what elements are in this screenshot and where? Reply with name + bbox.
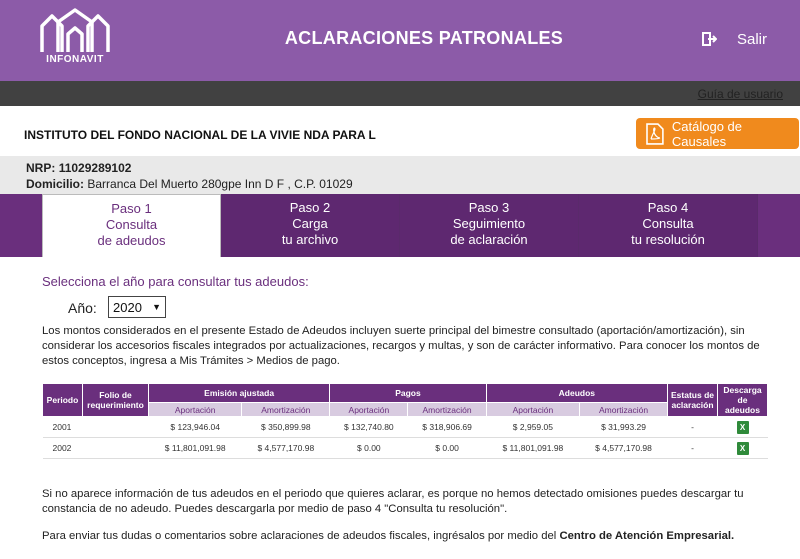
cell-descarga: X [717, 437, 768, 459]
col-em-aportacion: Aportación [147, 402, 243, 417]
cell-folio [82, 437, 149, 459]
user-bar [0, 81, 800, 106]
catalog-causales-button[interactable]: Catálogo de Causales [636, 118, 799, 149]
cell-em-aportacion: $ 123,946.04 [148, 416, 242, 438]
tab-step-3[interactable]: Paso 3 Seguimiento de aclaración [400, 194, 579, 257]
col-descarga: Descarga de adeudos [717, 383, 768, 417]
page-title: ACLARACIONES PATRONALES [284, 28, 564, 48]
catalog-button-label: Catálogo de Causales [671, 118, 743, 149]
step-line: tu archivo [281, 232, 339, 247]
domicilio-line: Domicilio: Barranca Del Muerto 280gpe In… [26, 177, 353, 191]
debts-table: Periodo Folio de requerimiento Emisión a… [42, 383, 768, 459]
cell-pa-amortizacion: $ 318,906.69 [407, 416, 487, 438]
year-prompt: Selecciona el año para consultar tus ade… [42, 274, 309, 289]
year-select[interactable]: 2020 ▼ [108, 296, 166, 318]
step-line: de aclaración [450, 232, 528, 247]
year-select-value: 2020 [113, 299, 142, 315]
col-em-amortizacion: Amortización [241, 402, 331, 417]
cell-em-aportacion: $ 11,801,091.98 [148, 437, 242, 459]
step-line: de adeudos [97, 233, 166, 248]
cell-estatus: - [667, 437, 718, 459]
nrp-label: NRP: [26, 161, 56, 175]
col-pa-aportacion: Aportación [329, 402, 409, 417]
step-line: Carga [292, 216, 328, 231]
cell-pa-amortizacion: $ 0.00 [407, 437, 487, 459]
excel-download-icon[interactable]: X [736, 420, 749, 434]
cell-pa-aportacion: $ 132,740.80 [329, 416, 408, 438]
table-row: 2002 $ 11,801,091.98 $ 4,577,170.98 $ 0.… [42, 437, 768, 459]
cell-ad-amortizacion: $ 4,577,170.98 [579, 437, 668, 459]
intro-text: Los montos considerados en el presente E… [42, 325, 760, 367]
excel-download-icon[interactable]: X [736, 441, 749, 455]
col-ad-aportacion: Aportación [485, 402, 581, 417]
contact-center-link[interactable]: Centro de Atención Empresarial. [559, 530, 734, 542]
cell-ad-aportacion: $ 11,801,091.98 [486, 437, 580, 459]
nrp-line: NRP: 11029289102 [26, 161, 131, 175]
step-line: tu resolución [631, 232, 705, 247]
pdf-icon [646, 122, 664, 145]
cell-periodo: 2001 [42, 416, 83, 438]
cell-em-amortizacion: $ 350,899.98 [241, 416, 330, 438]
col-pa-amortizacion: Amortización [407, 402, 487, 417]
logo-text: INFONAVIT [46, 54, 104, 65]
col-periodo: Periodo [42, 383, 83, 417]
cell-folio [82, 416, 149, 438]
step-title: Paso 3 [468, 200, 510, 215]
cell-pa-aportacion: $ 0.00 [329, 437, 408, 459]
domicilio-value: Barranca Del Muerto 280gpe Inn D F , C.P… [87, 177, 353, 191]
step-line: Seguimiento [452, 216, 526, 231]
col-adeudos: Adeudos [485, 383, 669, 403]
user-guide-link[interactable]: Guía de usuario [698, 87, 783, 101]
year-label: Año: [68, 300, 97, 316]
institution-name: INSTITUTO DEL FONDO NACIONAL DE LA VIVIE… [24, 128, 376, 142]
cell-ad-amortizacion: $ 31,993.29 [579, 416, 668, 438]
table-row: 2001 $ 123,946.04 $ 350,899.98 $ 132,740… [42, 416, 768, 438]
col-folio: Folio de requerimiento [82, 383, 149, 417]
step-line: Consulta [642, 216, 694, 231]
col-ad-amortizacion: Amortización [579, 402, 668, 417]
nrp-value: 11029289102 [58, 161, 132, 175]
logout-link[interactable]: Salir [737, 31, 767, 48]
table-subheader-row: Aportación Amortización Aportación Amort… [43, 402, 768, 417]
tab-step-4[interactable]: Paso 4 Consulta tu resolución [579, 194, 758, 257]
step-title: Paso 2 [289, 200, 331, 215]
col-emision: Emisión ajustada [147, 383, 331, 403]
steps-nav: Paso 1 Consulta de adeudos Paso 2 Carga … [42, 194, 758, 257]
exit-icon[interactable] [701, 31, 717, 47]
cell-periodo: 2002 [42, 437, 83, 459]
cell-ad-aportacion: $ 2,959.05 [486, 416, 580, 438]
tab-step-2[interactable]: Paso 2 Carga tu archivo [221, 194, 400, 257]
tab-step-1[interactable]: Paso 1 Consulta de adeudos [42, 194, 221, 257]
contact-text: Para enviar tus dudas o comentarios sobr… [42, 529, 770, 544]
table-header-row: Periodo Folio de requerimiento Emisión a… [42, 383, 768, 417]
step-title: Paso 4 [647, 200, 689, 215]
domicilio-label: Domicilio: [26, 177, 85, 191]
col-pagos: Pagos [329, 383, 487, 403]
col-estatus: Estatus de aclaración [667, 383, 718, 417]
step-line: Consulta [105, 217, 158, 232]
cell-em-amortizacion: $ 4,577,170.98 [241, 437, 330, 459]
no-debt-info-text: Si no aparece información de tus adeudos… [42, 488, 744, 515]
cell-estatus: - [667, 416, 718, 438]
contact-text-body: Para enviar tus dudas o comentarios sobr… [42, 530, 557, 542]
chevron-down-icon: ▼ [152, 302, 161, 312]
cell-descarga: X [717, 416, 768, 438]
step-title: Paso 1 [111, 201, 152, 216]
